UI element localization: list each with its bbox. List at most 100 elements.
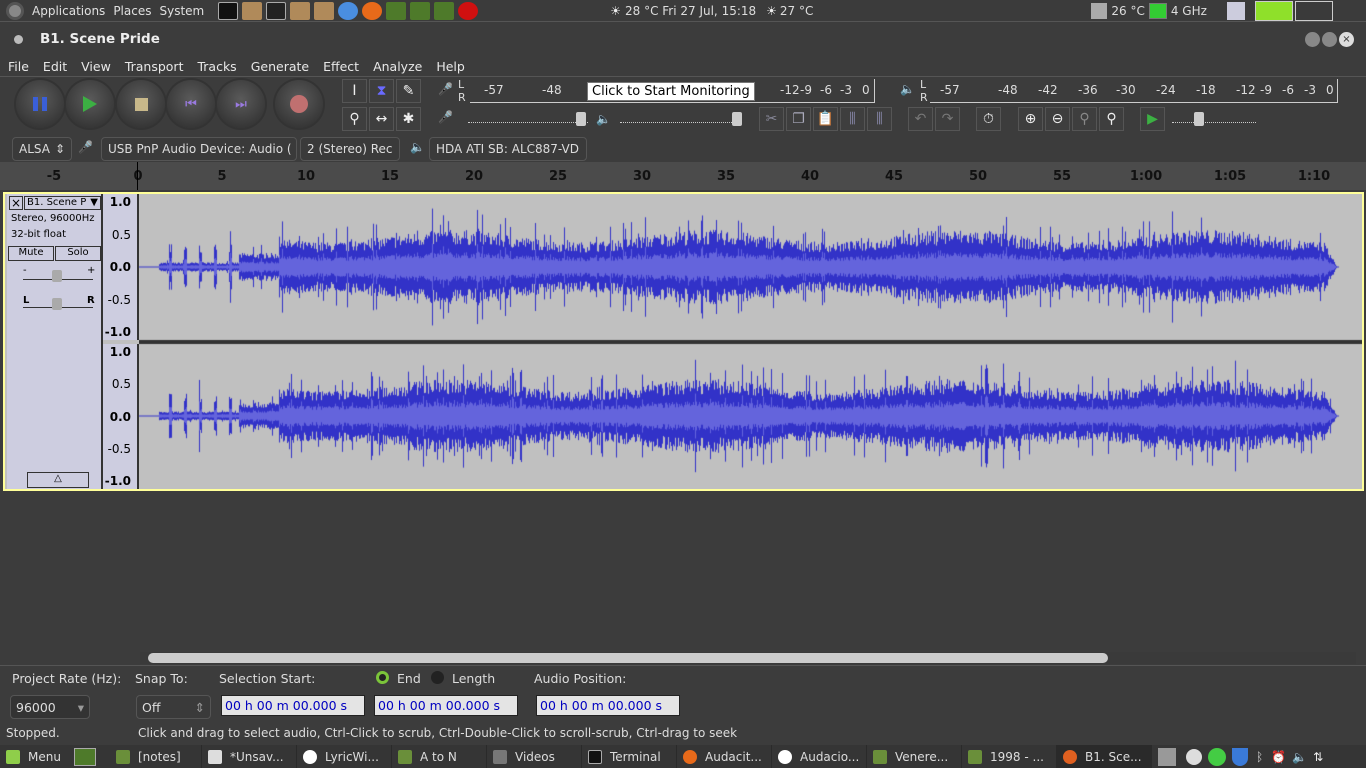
playback-volume-slider[interactable]: [620, 112, 742, 126]
workspace-icon[interactable]: [1226, 1, 1245, 20]
skip-to-end-button[interactable]: ⏭: [217, 80, 265, 128]
minimize-button[interactable]: [1305, 32, 1320, 47]
monitoring-tooltip[interactable]: Click to Start Monitoring: [587, 82, 755, 101]
zoom-tool[interactable]: ⚲: [342, 107, 367, 131]
task-audacity-firefox[interactable]: Audacit...: [677, 745, 772, 768]
task-b1-scene[interactable]: B1. Sce...: [1057, 745, 1152, 768]
play-head[interactable]: [137, 162, 138, 190]
track-name-menu[interactable]: B1. Scene P ▼: [24, 196, 101, 210]
security-tray-icon[interactable]: [1232, 747, 1248, 766]
menu-file[interactable]: File: [8, 59, 29, 74]
scrollbar-thumb[interactable]: [148, 653, 1108, 663]
terminal-launcher-icon[interactable]: [218, 1, 239, 20]
gain-slider[interactable]: [23, 270, 93, 282]
playback-meter[interactable]: -57 -48 -42 -36 -30 -24 -18 -12 -9 -6 -3 0: [930, 79, 1338, 103]
slider-thumb[interactable]: [576, 112, 586, 126]
play-speed-slider[interactable]: [1172, 112, 1256, 126]
slider-thumb[interactable]: [52, 298, 62, 310]
opera-launcher-icon[interactable]: [458, 1, 479, 20]
start-menu-button[interactable]: Menu: [0, 745, 70, 768]
menu-transport[interactable]: Transport: [125, 59, 184, 74]
task-venere[interactable]: Venere...: [867, 745, 962, 768]
audacious-tray-icon[interactable]: [1186, 748, 1202, 765]
copy-button[interactable]: ❐: [786, 107, 811, 131]
play-button[interactable]: [66, 80, 114, 128]
output-device-select[interactable]: HDA ATI SB: ALC887-VD: [429, 137, 587, 161]
zoom-in-button[interactable]: ⊕: [1018, 107, 1043, 131]
close-button[interactable]: ×: [1339, 32, 1354, 47]
paste-button[interactable]: 📋: [813, 107, 838, 131]
play-at-speed-button[interactable]: ▶: [1140, 107, 1165, 131]
vertical-ruler-right[interactable]: 1.0 0.5 0.0 -0.5 -1.0: [103, 344, 139, 489]
task-unsaved[interactable]: *Unsav...: [202, 745, 297, 768]
envelope-tool[interactable]: ⧗: [369, 79, 394, 103]
task-terminal[interactable]: Terminal: [582, 745, 677, 768]
system-menu[interactable]: System: [159, 4, 204, 18]
silence-button[interactable]: ⫼: [840, 107, 865, 131]
task-notes[interactable]: [notes]: [110, 745, 202, 768]
archive-launcher-icon[interactable]: [314, 1, 335, 20]
audio-position-field[interactable]: 00 h 00 m 00.000 s: [536, 695, 680, 716]
skip-to-start-button[interactable]: ⏮: [167, 80, 215, 128]
time-shift-tool[interactable]: ↔: [369, 107, 394, 131]
maximize-button[interactable]: [1322, 32, 1337, 47]
snap-to-select[interactable]: Off ⇕: [136, 695, 211, 719]
waveform[interactable]: [139, 194, 1362, 489]
network-arrows-icon[interactable]: ⇅: [1313, 750, 1323, 764]
menu-view[interactable]: View: [81, 59, 111, 74]
menu-tracks[interactable]: Tracks: [197, 59, 236, 74]
folder-launcher-icon[interactable]: [434, 1, 455, 20]
record-button[interactable]: [275, 80, 323, 128]
undo-button[interactable]: ↶: [908, 107, 933, 131]
slider-thumb[interactable]: [732, 112, 742, 126]
volume-icon[interactable]: 🔈: [1292, 750, 1307, 764]
weather-clock[interactable]: 28 °C Fri 27 Jul, 15:18: [625, 4, 756, 18]
audio-track[interactable]: × B1. Scene P ▼ Stereo, 96000Hz 32-bit fl…: [3, 192, 1364, 491]
show-desktop-icon[interactable]: [74, 747, 96, 766]
solo-button[interactable]: Solo: [55, 246, 101, 261]
menu-edit[interactable]: Edit: [43, 59, 67, 74]
end-radio[interactable]: [376, 671, 389, 684]
menu-help[interactable]: Help: [436, 59, 465, 74]
stop-button[interactable]: [117, 80, 165, 128]
system-monitor-launcher-icon[interactable]: [266, 1, 287, 20]
slider-thumb[interactable]: [1194, 112, 1204, 126]
selection-end-field[interactable]: 00 h 00 m 00.000 s: [374, 695, 518, 716]
track-close-button[interactable]: ×: [9, 196, 23, 210]
ubuntu-logo-icon[interactable]: [6, 1, 24, 20]
alarm-clock-icon[interactable]: ⏰: [1271, 750, 1286, 764]
split-button[interactable]: ⫼: [867, 107, 892, 131]
vertical-ruler-left[interactable]: 1.0 0.5 0.0 -0.5 -1.0: [103, 194, 139, 340]
timeline-ruler[interactable]: -5 0 5 10 15 20 25 30 35 40 45 50 55 1:00 1:05 1:10: [0, 162, 1366, 190]
trim-button[interactable]: ✂: [759, 107, 784, 131]
chromium-window-button[interactable]: [1294, 0, 1333, 21]
fit-project-button[interactable]: ⚲: [1099, 107, 1124, 131]
length-radio-label[interactable]: Length: [452, 671, 495, 686]
end-radio-label[interactable]: End: [397, 671, 421, 686]
length-radio[interactable]: [431, 671, 444, 684]
network-tray-icon[interactable]: [1208, 747, 1226, 766]
task-lyricwiki[interactable]: LyricWi...: [297, 745, 392, 768]
input-channels-select[interactable]: 2 (Stereo) Rec: [300, 137, 400, 161]
task-1998[interactable]: 1998 - ...: [962, 745, 1057, 768]
menu-analyze[interactable]: Analyze: [373, 59, 422, 74]
input-device-select[interactable]: USB PnP Audio Device: Audio (: [101, 137, 297, 161]
audacity-window-button[interactable]: [1254, 0, 1293, 21]
recording-volume-slider[interactable]: [468, 112, 588, 126]
redo-button[interactable]: ↷: [935, 107, 960, 131]
playback-meter-speaker-icon[interactable]: 🔈: [900, 82, 915, 96]
package-launcher-icon[interactable]: [242, 1, 263, 20]
slider-thumb[interactable]: [52, 270, 62, 282]
mute-button[interactable]: Mute: [8, 246, 54, 261]
audio-host-select[interactable]: ALSA ⇕: [12, 137, 72, 161]
bluetooth-icon[interactable]: ᛒ: [1256, 750, 1263, 764]
record-meter-mic-icon[interactable]: 🎤: [438, 82, 453, 96]
horizontal-scrollbar[interactable]: [140, 652, 1356, 664]
folder-launcher-icon[interactable]: [410, 1, 431, 20]
fit-selection-button[interactable]: ⚲: [1072, 107, 1097, 131]
menu-generate[interactable]: Generate: [251, 59, 309, 74]
sync-lock-button[interactable]: ⏱: [976, 107, 1001, 131]
firefox-launcher-icon[interactable]: [362, 1, 383, 20]
task-audacious[interactable]: Audacio...: [772, 745, 867, 768]
draw-tool[interactable]: ✎: [396, 79, 421, 103]
